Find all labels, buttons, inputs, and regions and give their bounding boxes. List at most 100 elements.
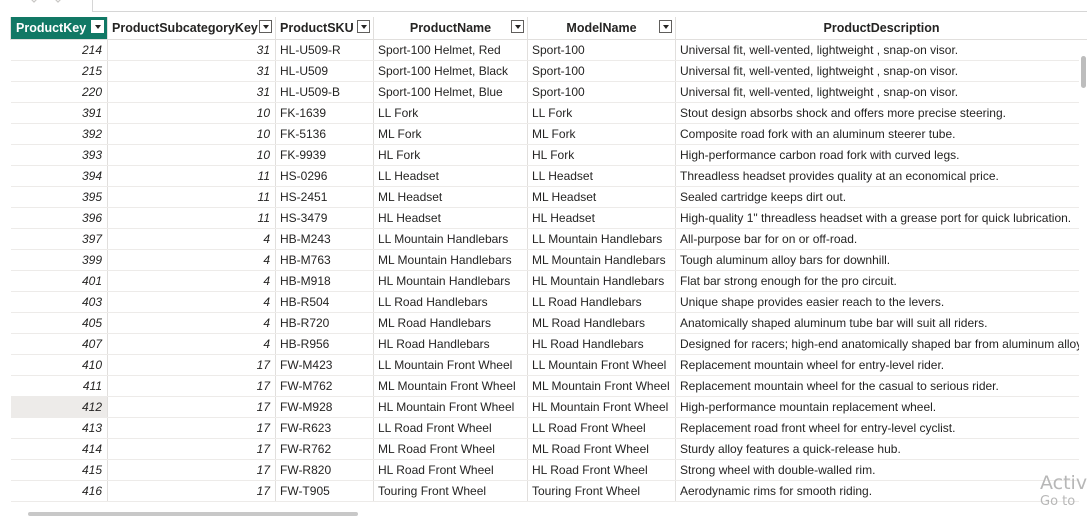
cell-productkey[interactable]: 405 — [10, 312, 108, 334]
table-row[interactable]: 393 10 FK-9939 HL Fork HL Fork High-performan… — [10, 144, 1087, 166]
cell-productdescription[interactable]: Flat bar strong enough for the pro circu… — [675, 270, 1087, 292]
cell-productkey[interactable]: 416 — [10, 480, 108, 502]
cell-productsku[interactable]: HB-M243 — [275, 228, 374, 250]
cell-productkey[interactable]: 396 — [10, 207, 108, 229]
table-row[interactable]: 396 11 HS-3479 HL Headset HL Headset High-qua… — [10, 207, 1087, 229]
table-row[interactable]: 416 17 FW-T905 Touring Front Wheel Touring F… — [10, 480, 1087, 502]
table-row[interactable]: 391 10 FK-1639 LL Fork LL Fork Stout design a… — [10, 102, 1087, 124]
filter-dropdown-icon[interactable] — [259, 20, 272, 33]
filter-dropdown-icon[interactable] — [91, 20, 104, 33]
cell-productdescription[interactable]: Aerodynamic rims for smooth riding. — [675, 480, 1087, 502]
cell-productsubcategorykey[interactable]: 31 — [107, 39, 276, 61]
table-row[interactable]: 399 4 HB-M763 ML Mountain Handlebars ML Moun… — [10, 249, 1087, 271]
cell-productsku[interactable]: FW-R623 — [275, 417, 374, 439]
cell-productname[interactable]: Sport-100 Helmet, Red — [373, 39, 528, 61]
cell-productkey[interactable]: 410 — [10, 354, 108, 376]
column-header-productsku[interactable]: ProductSKU — [275, 17, 374, 40]
cell-productdescription[interactable]: Composite road fork with an aluminum ste… — [675, 123, 1087, 145]
cell-productname[interactable]: ML Road Handlebars — [373, 312, 528, 334]
table-row[interactable]: 220 31 HL-U509-B Sport-100 Helmet, Blue Spor… — [10, 81, 1087, 103]
cell-productsku[interactable]: FW-R762 — [275, 438, 374, 460]
column-header-productkey[interactable]: ProductKey — [10, 17, 108, 40]
cell-productname[interactable]: HL Mountain Front Wheel — [373, 396, 528, 418]
column-header-productname[interactable]: ProductName — [373, 17, 528, 40]
cell-productsku[interactable]: HB-M918 — [275, 270, 374, 292]
cell-productdescription[interactable]: Replacement mountain wheel for entry-lev… — [675, 354, 1087, 376]
cell-productsku[interactable]: HS-0296 — [275, 165, 374, 187]
cell-productkey[interactable]: 413 — [10, 417, 108, 439]
cell-productkey[interactable]: 393 — [10, 144, 108, 166]
cell-productname[interactable]: Touring Front Wheel — [373, 480, 528, 502]
cell-productdescription[interactable]: Stout design absorbs shock and offers mo… — [675, 102, 1087, 124]
cell-productname[interactable]: LL Fork — [373, 102, 528, 124]
cell-productdescription[interactable]: Universal fit, well-vented, lightweight … — [675, 81, 1087, 103]
cell-productsubcategorykey[interactable]: 4 — [107, 228, 276, 250]
cell-productdescription[interactable]: Threadless headset provides quality at a… — [675, 165, 1087, 187]
cell-productkey[interactable]: 403 — [10, 291, 108, 313]
table-row[interactable]: 401 4 HB-M918 HL Mountain Handlebars HL Moun… — [10, 270, 1087, 292]
table-row[interactable]: 412 17 FW-M928 HL Mountain Front Wheel HL Mo… — [10, 396, 1087, 418]
cell-productkey[interactable]: 394 — [10, 165, 108, 187]
cell-productdescription[interactable]: High-performance carbon road fork with c… — [675, 144, 1087, 166]
cell-productsubcategorykey[interactable]: 4 — [107, 291, 276, 313]
filter-dropdown-icon[interactable] — [357, 20, 370, 33]
cell-productsku[interactable]: HS-3479 — [275, 207, 374, 229]
cell-productkey[interactable]: 392 — [10, 123, 108, 145]
cell-modelname[interactable]: LL Fork — [527, 102, 676, 124]
filter-dropdown-icon[interactable] — [659, 20, 672, 33]
cell-modelname[interactable]: LL Road Front Wheel — [527, 417, 676, 439]
cell-productsku[interactable]: FK-5136 — [275, 123, 374, 145]
cell-productsku[interactable]: FW-M762 — [275, 375, 374, 397]
cell-productdescription[interactable]: Universal fit, well-vented, lightweight … — [675, 60, 1087, 82]
cell-productsku[interactable]: FK-1639 — [275, 102, 374, 124]
cell-modelname[interactable]: HL Mountain Front Wheel — [527, 396, 676, 418]
cell-modelname[interactable]: ML Headset — [527, 186, 676, 208]
cell-productsku[interactable]: HB-R956 — [275, 333, 374, 355]
table-row[interactable]: 410 17 FW-M423 LL Mountain Front Wheel LL Mo… — [10, 354, 1087, 376]
cell-productname[interactable]: LL Road Handlebars — [373, 291, 528, 313]
cell-modelname[interactable]: LL Mountain Front Wheel — [527, 354, 676, 376]
cell-productkey[interactable]: 215 — [10, 60, 108, 82]
cell-productdescription[interactable]: High-quality 1" threadless headset with … — [675, 207, 1087, 229]
redo-icon[interactable] — [52, 0, 64, 3]
column-header-productsubcategorykey[interactable]: ProductSubcategoryKey — [107, 17, 276, 40]
table-row[interactable]: 413 17 FW-R623 LL Road Front Wheel LL Road F… — [10, 417, 1087, 439]
cell-productkey[interactable]: 397 — [10, 228, 108, 250]
column-header-modelname[interactable]: ModelName — [527, 17, 676, 40]
cell-modelname[interactable]: Sport-100 — [527, 60, 676, 82]
cell-productsku[interactable]: FW-M423 — [275, 354, 374, 376]
cell-productname[interactable]: Sport-100 Helmet, Blue — [373, 81, 528, 103]
cell-productkey[interactable]: 401 — [10, 270, 108, 292]
cell-productsubcategorykey[interactable]: 4 — [107, 249, 276, 271]
cell-productsubcategorykey[interactable]: 31 — [107, 81, 276, 103]
cell-productsku[interactable]: HB-R720 — [275, 312, 374, 334]
cell-productname[interactable]: ML Road Front Wheel — [373, 438, 528, 460]
cell-productkey[interactable]: 412 — [10, 396, 108, 418]
horizontal-scroll-thumb[interactable] — [28, 512, 358, 516]
cell-productsku[interactable]: FW-R820 — [275, 459, 374, 481]
cell-productname[interactable]: LL Mountain Front Wheel — [373, 354, 528, 376]
cell-productname[interactable]: HL Mountain Handlebars — [373, 270, 528, 292]
cell-modelname[interactable]: LL Road Handlebars — [527, 291, 676, 313]
cell-productsubcategorykey[interactable]: 17 — [107, 480, 276, 502]
cell-productsku[interactable]: HL-U509-R — [275, 39, 374, 61]
cell-productsubcategorykey[interactable]: 17 — [107, 417, 276, 439]
cell-productdescription[interactable]: High-performance mountain replacement wh… — [675, 396, 1087, 418]
table-row[interactable]: 407 4 HB-R956 HL Road Handlebars HL Road Han… — [10, 333, 1087, 355]
cell-modelname[interactable]: HL Headset — [527, 207, 676, 229]
cell-productsku[interactable]: FK-9939 — [275, 144, 374, 166]
cell-productsubcategorykey[interactable]: 10 — [107, 144, 276, 166]
cell-productname[interactable]: LL Headset — [373, 165, 528, 187]
cell-productsubcategorykey[interactable]: 11 — [107, 207, 276, 229]
cell-productdescription[interactable]: Anatomically shaped aluminum tube bar wi… — [675, 312, 1087, 334]
formula-bar[interactable] — [92, 0, 1087, 12]
cell-productsubcategorykey[interactable]: 10 — [107, 102, 276, 124]
cell-productkey[interactable]: 414 — [10, 438, 108, 460]
cell-productname[interactable]: HL Headset — [373, 207, 528, 229]
cell-productsku[interactable]: HB-R504 — [275, 291, 374, 313]
cell-productname[interactable]: ML Headset — [373, 186, 528, 208]
table-row[interactable]: 392 10 FK-5136 ML Fork ML Fork Composite road… — [10, 123, 1087, 145]
cell-modelname[interactable]: ML Mountain Handlebars — [527, 249, 676, 271]
cell-productdescription[interactable]: Tough aluminum alloy bars for downhill. — [675, 249, 1087, 271]
cell-productdescription[interactable]: Designed for racers; high-end anatomical… — [675, 333, 1087, 355]
